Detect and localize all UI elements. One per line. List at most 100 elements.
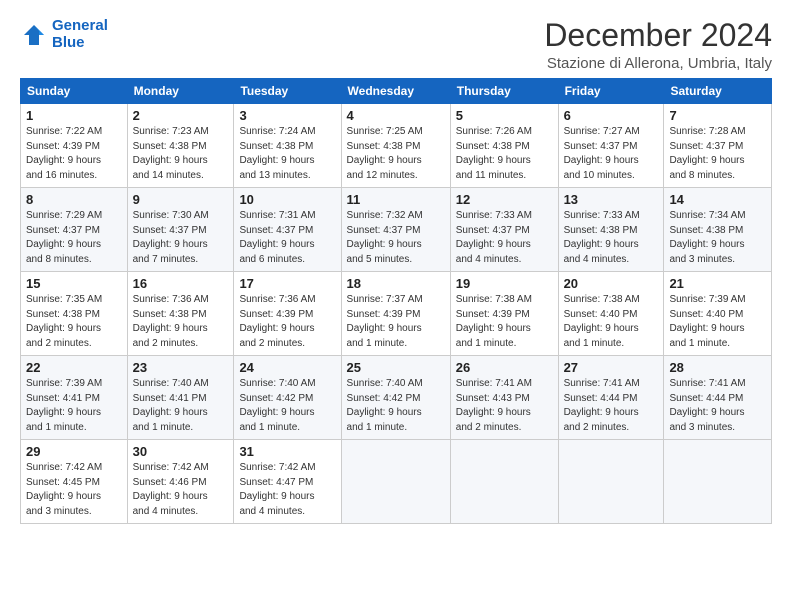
day-number: 19 [456, 276, 553, 291]
day-number: 5 [456, 108, 553, 123]
calendar-cell: 31Sunrise: 7:42 AMSunset: 4:47 PMDayligh… [234, 440, 341, 524]
calendar-cell: 3 Sunrise: 7:24 AMSunset: 4:38 PMDaylight… [234, 104, 341, 188]
calendar-cell: 24Sunrise: 7:40 AMSunset: 4:42 PMDayligh… [234, 356, 341, 440]
day-number: 21 [669, 276, 766, 291]
logo-line1: General [52, 17, 108, 34]
day-info: Sunrise: 7:28 AMSunset: 4:37 PMDaylight:… [669, 125, 766, 183]
day-info: Sunrise: 7:29 AMSunset: 4:37 PMDaylight:… [26, 209, 122, 267]
header: General Blue December 2024 Stazione di A… [20, 18, 772, 72]
calendar-cell: 8 Sunrise: 7:29 AMSunset: 4:37 PMDaylight… [21, 188, 128, 272]
day-number: 8 [26, 192, 122, 207]
col-tuesday: Tuesday [234, 79, 341, 104]
logo-line2: Blue [52, 34, 85, 51]
day-info: Sunrise: 7:36 AMSunset: 4:38 PMDaylight:… [133, 293, 229, 351]
day-info: Sunrise: 7:39 AMSunset: 4:40 PMDaylight:… [669, 293, 766, 351]
day-info: Sunrise: 7:22 AMSunset: 4:39 PMDaylight:… [26, 125, 122, 183]
day-number: 9 [133, 192, 229, 207]
col-sunday: Sunday [21, 79, 128, 104]
day-number: 3 [239, 108, 335, 123]
calendar-cell: 30 Sunrise: 7:42 AMSunset: 4:46 PMDayligh… [127, 440, 234, 524]
subtitle: Stazione di Allerona, Umbria, Italy [544, 55, 772, 72]
day-info: Sunrise: 7:35 AMSunset: 4:38 PMDaylight:… [26, 293, 122, 351]
calendar-cell: 4Sunrise: 7:25 AMSunset: 4:38 PMDaylight… [341, 104, 450, 188]
calendar-cell: 29 Sunrise: 7:42 AMSunset: 4:45 PMDayligh… [21, 440, 128, 524]
day-number: 29 [26, 444, 122, 459]
calendar-cell: 6 Sunrise: 7:27 AMSunset: 4:37 PMDaylight… [558, 104, 664, 188]
col-thursday: Thursday [450, 79, 558, 104]
day-number: 26 [456, 360, 553, 375]
day-info: Sunrise: 7:25 AMSunset: 4:38 PMDaylight:… [347, 125, 445, 183]
calendar-cell: 18 Sunrise: 7:37 AMSunset: 4:39 PMDayligh… [341, 272, 450, 356]
calendar-cell: 13 Sunrise: 7:33 AMSunset: 4:38 PMDayligh… [558, 188, 664, 272]
day-info: Sunrise: 7:24 AMSunset: 4:38 PMDaylight:… [239, 125, 335, 183]
day-number: 24 [239, 360, 335, 375]
day-info: Sunrise: 7:40 AMSunset: 4:41 PMDaylight:… [133, 377, 229, 435]
calendar-week-row: 8 Sunrise: 7:29 AMSunset: 4:37 PMDaylight… [21, 188, 772, 272]
day-info: Sunrise: 7:37 AMSunset: 4:39 PMDaylight:… [347, 293, 445, 351]
calendar-cell: 7 Sunrise: 7:28 AMSunset: 4:37 PMDaylight… [664, 104, 772, 188]
day-info: Sunrise: 7:32 AMSunset: 4:37 PMDaylight:… [347, 209, 445, 267]
calendar-cell: 9Sunrise: 7:30 AMSunset: 4:37 PMDaylight… [127, 188, 234, 272]
col-friday: Friday [558, 79, 664, 104]
day-info: Sunrise: 7:38 AMSunset: 4:39 PMDaylight:… [456, 293, 553, 351]
day-number: 30 [133, 444, 229, 459]
day-number: 15 [26, 276, 122, 291]
day-info: Sunrise: 7:36 AMSunset: 4:39 PMDaylight:… [239, 293, 335, 351]
calendar-cell: 20 Sunrise: 7:38 AMSunset: 4:40 PMDayligh… [558, 272, 664, 356]
calendar-cell: 21 Sunrise: 7:39 AMSunset: 4:40 PMDayligh… [664, 272, 772, 356]
day-number: 25 [347, 360, 445, 375]
day-number: 1 [26, 108, 122, 123]
title-block: December 2024 Stazione di Allerona, Umbr… [544, 18, 772, 72]
day-info: Sunrise: 7:27 AMSunset: 4:37 PMDaylight:… [564, 125, 659, 183]
day-number: 14 [669, 192, 766, 207]
day-number: 13 [564, 192, 659, 207]
page: General Blue December 2024 Stazione di A… [0, 0, 792, 612]
col-monday: Monday [127, 79, 234, 104]
calendar-cell [450, 440, 558, 524]
day-info: Sunrise: 7:42 AMSunset: 4:46 PMDaylight:… [133, 461, 229, 519]
day-number: 20 [564, 276, 659, 291]
calendar-week-row: 1 Sunrise: 7:22 AMSunset: 4:39 PMDaylight… [21, 104, 772, 188]
calendar-cell: 14 Sunrise: 7:34 AMSunset: 4:38 PMDayligh… [664, 188, 772, 272]
calendar-cell [341, 440, 450, 524]
day-info: Sunrise: 7:39 AMSunset: 4:41 PMDaylight:… [26, 377, 122, 435]
day-number: 6 [564, 108, 659, 123]
col-wednesday: Wednesday [341, 79, 450, 104]
day-info: Sunrise: 7:23 AMSunset: 4:38 PMDaylight:… [133, 125, 229, 183]
calendar-cell: 25Sunrise: 7:40 AMSunset: 4:42 PMDayligh… [341, 356, 450, 440]
calendar-cell [558, 440, 664, 524]
day-number: 2 [133, 108, 229, 123]
day-number: 27 [564, 360, 659, 375]
day-info: Sunrise: 7:41 AMSunset: 4:44 PMDaylight:… [669, 377, 766, 435]
calendar-week-row: 29 Sunrise: 7:42 AMSunset: 4:45 PMDayligh… [21, 440, 772, 524]
day-number: 10 [239, 192, 335, 207]
day-info: Sunrise: 7:42 AMSunset: 4:47 PMDaylight:… [239, 461, 335, 519]
day-number: 11 [347, 192, 445, 207]
day-info: Sunrise: 7:42 AMSunset: 4:45 PMDaylight:… [26, 461, 122, 519]
calendar-cell: 22 Sunrise: 7:39 AMSunset: 4:41 PMDayligh… [21, 356, 128, 440]
day-number: 23 [133, 360, 229, 375]
calendar-cell: 15 Sunrise: 7:35 AMSunset: 4:38 PMDayligh… [21, 272, 128, 356]
calendar-header-row: Sunday Monday Tuesday Wednesday Thursday… [21, 79, 772, 104]
calendar-cell: 11 Sunrise: 7:32 AMSunset: 4:37 PMDayligh… [341, 188, 450, 272]
day-info: Sunrise: 7:26 AMSunset: 4:38 PMDaylight:… [456, 125, 553, 183]
logo: General Blue [20, 18, 108, 51]
day-number: 7 [669, 108, 766, 123]
calendar-cell: 23 Sunrise: 7:40 AMSunset: 4:41 PMDayligh… [127, 356, 234, 440]
day-info: Sunrise: 7:34 AMSunset: 4:38 PMDaylight:… [669, 209, 766, 267]
day-info: Sunrise: 7:38 AMSunset: 4:40 PMDaylight:… [564, 293, 659, 351]
calendar-cell [664, 440, 772, 524]
day-number: 18 [347, 276, 445, 291]
calendar-cell: 28Sunrise: 7:41 AMSunset: 4:44 PMDayligh… [664, 356, 772, 440]
day-number: 16 [133, 276, 229, 291]
day-number: 22 [26, 360, 122, 375]
calendar-cell: 26Sunrise: 7:41 AMSunset: 4:43 PMDayligh… [450, 356, 558, 440]
day-info: Sunrise: 7:33 AMSunset: 4:38 PMDaylight:… [564, 209, 659, 267]
calendar-week-row: 15 Sunrise: 7:35 AMSunset: 4:38 PMDayligh… [21, 272, 772, 356]
day-number: 17 [239, 276, 335, 291]
calendar-cell: 1 Sunrise: 7:22 AMSunset: 4:39 PMDaylight… [21, 104, 128, 188]
calendar-cell: 5 Sunrise: 7:26 AMSunset: 4:38 PMDaylight… [450, 104, 558, 188]
logo-icon [20, 21, 48, 49]
calendar-cell: 27Sunrise: 7:41 AMSunset: 4:44 PMDayligh… [558, 356, 664, 440]
calendar-cell: 17 Sunrise: 7:36 AMSunset: 4:39 PMDayligh… [234, 272, 341, 356]
